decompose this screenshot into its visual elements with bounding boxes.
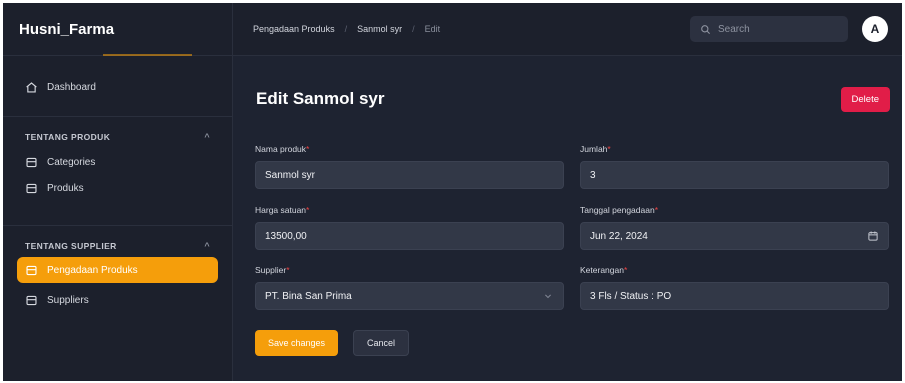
sidebar-item-label: Produks — [47, 182, 84, 194]
nama-produk-input[interactable]: Sanmol syr — [255, 161, 564, 189]
main-content: Edit Sanmol syr Delete Nama produk* Sanm… — [233, 56, 902, 381]
calendar-icon[interactable] — [867, 230, 879, 242]
keterangan-input[interactable]: 3 Fls / Status : PO — [580, 282, 889, 310]
field-keterangan: Keterangan* 3 Fls / Status : PO — [580, 265, 889, 310]
sidebar-item-pengadaan-produks[interactable]: Pengadaan Produks — [17, 257, 218, 283]
sidebar: Husni_Farma Dashboard TENTANG PRODUK ^ C… — [3, 3, 233, 381]
sidebar-item-categories[interactable]: Categories — [17, 149, 218, 175]
sidebar-item-label: Pengadaan Produks — [47, 264, 138, 276]
home-icon — [26, 81, 37, 93]
harga-satuan-input[interactable]: 13500,00 — [255, 222, 564, 250]
delete-button[interactable]: Delete — [840, 87, 890, 112]
group-supplier-toggle[interactable]: TENTANG SUPPLIER ^ — [17, 238, 218, 254]
sidebar-item-suppliers[interactable]: Suppliers — [17, 287, 218, 313]
archive-icon — [26, 295, 37, 305]
search-input[interactable]: Search — [690, 16, 848, 42]
jumlah-input[interactable]: 3 — [580, 161, 889, 189]
app-title: Husni_Farma — [19, 20, 115, 38]
sidebar-item-produks[interactable]: Produks — [17, 175, 218, 201]
field-jumlah: Jumlah* 3 — [580, 144, 889, 189]
breadcrumb-separator: / — [412, 24, 415, 34]
page-title: Edit Sanmol syr — [256, 89, 385, 108]
sidebar-item-label: Suppliers — [47, 294, 89, 306]
supplier-select[interactable]: PT. Bina San Prima — [255, 282, 564, 310]
breadcrumb: Pengadaan Produks / Sanmol syr / Edit — [253, 24, 690, 34]
field-nama-produk: Nama produk* Sanmol syr — [255, 144, 564, 189]
chevron-up-icon: ^ — [204, 132, 210, 142]
field-label: Nama produk* — [255, 144, 310, 154]
sidebar-item-dashboard[interactable]: Dashboard — [17, 74, 218, 100]
sidebar-item-label: Dashboard — [47, 81, 96, 93]
sidebar-item-label: Categories — [47, 156, 96, 168]
app-window: Husni_Farma Dashboard TENTANG PRODUK ^ C… — [3, 3, 902, 381]
group-label: TENTANG SUPPLIER — [25, 241, 117, 251]
search-icon — [701, 24, 711, 34]
avatar[interactable]: A — [862, 16, 888, 42]
field-label: Harga satuan* — [255, 205, 310, 215]
field-label: Supplier* — [255, 265, 290, 275]
archive-icon — [26, 265, 37, 275]
search-placeholder: Search — [718, 23, 750, 35]
breadcrumb-current: Edit — [424, 24, 441, 34]
breadcrumb-separator: / — [344, 24, 348, 34]
save-changes-button[interactable]: Save changes — [255, 330, 339, 356]
brand-underline — [103, 54, 192, 56]
cancel-button[interactable]: Cancel — [353, 330, 410, 356]
field-harga-satuan: Harga satuan* 13500,00 — [255, 205, 564, 250]
field-label: Keterangan* — [580, 265, 628, 275]
tanggal-pengadaan-datepicker[interactable]: Jun 22, 2024 — [580, 222, 889, 250]
breadcrumb-item[interactable]: Sanmol syr — [357, 24, 402, 34]
field-tanggal-pengadaan: Tanggal pengadaan* Jun 22, 2024 — [580, 205, 889, 250]
chevron-up-icon: ^ — [204, 241, 210, 251]
field-label: Jumlah* — [580, 144, 611, 154]
group-label: TENTANG PRODUK — [25, 132, 111, 142]
topbar: Pengadaan Produks / Sanmol syr / Edit Se… — [233, 3, 902, 56]
group-produk-toggle[interactable]: TENTANG PRODUK ^ — [17, 129, 218, 145]
archive-icon — [26, 183, 37, 193]
breadcrumb-item[interactable]: Pengadaan Produks — [253, 24, 335, 34]
chevron-down-icon — [544, 294, 552, 299]
brand[interactable]: Husni_Farma — [3, 3, 232, 56]
field-label: Tanggal pengadaan* — [580, 205, 658, 215]
archive-icon — [26, 157, 37, 167]
field-supplier: Supplier* PT. Bina San Prima — [255, 265, 564, 310]
